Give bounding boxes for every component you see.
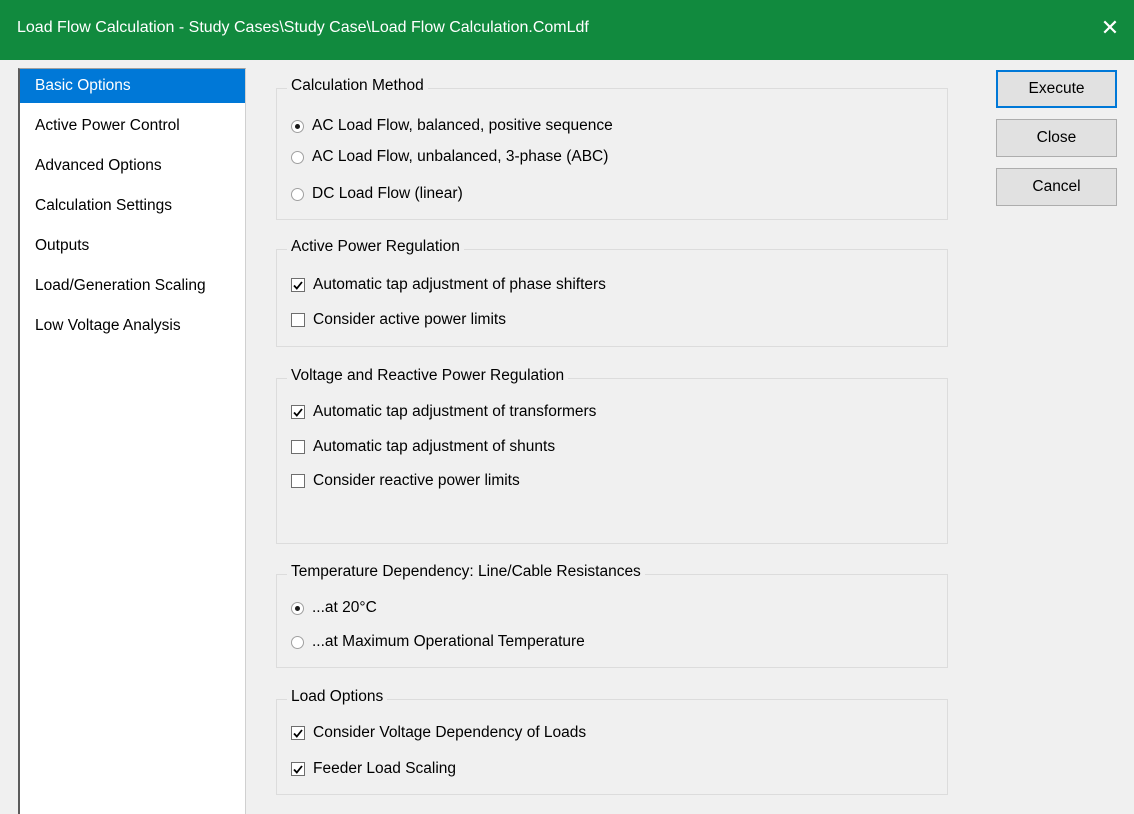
- nav-item-load-generation-scaling[interactable]: Load/Generation Scaling: [20, 269, 245, 303]
- checkbox-reactive-power-limits[interactable]: Consider reactive power limits: [291, 468, 520, 494]
- radio-label: ...at Maximum Operational Temperature: [312, 633, 585, 650]
- radio-button[interactable]: [291, 635, 304, 649]
- options-nav: Basic Options Active Power Control Advan…: [18, 68, 246, 814]
- radio-button[interactable]: [291, 601, 304, 615]
- nav-item-active-power-control[interactable]: Active Power Control: [20, 109, 245, 143]
- nav-item-low-voltage-analysis[interactable]: Low Voltage Analysis: [20, 309, 245, 343]
- radio-ac-balanced[interactable]: AC Load Flow, balanced, positive sequenc…: [291, 113, 613, 139]
- checkbox-label: Consider reactive power limits: [313, 472, 520, 489]
- radio-label: ...at 20°C: [312, 599, 377, 616]
- checkbox-tap-phase-shifters[interactable]: Automatic tap adjustment of phase shifte…: [291, 272, 606, 298]
- checkbox-active-power-limits[interactable]: Consider active power limits: [291, 307, 506, 333]
- nav-item-advanced-options[interactable]: Advanced Options: [20, 149, 245, 183]
- radio-button[interactable]: [291, 150, 304, 164]
- checkbox[interactable]: [291, 313, 305, 327]
- radio-ac-unbalanced[interactable]: AC Load Flow, unbalanced, 3-phase (ABC): [291, 144, 608, 170]
- radio-button[interactable]: [291, 187, 304, 201]
- checkbox[interactable]: [291, 405, 305, 419]
- window-title: Load Flow Calculation - Study Cases\Stud…: [17, 19, 589, 36]
- nav-item-calculation-settings[interactable]: Calculation Settings: [20, 189, 245, 223]
- title-bar: Load Flow Calculation - Study Cases\Stud…: [0, 0, 1134, 60]
- checkbox-label: Consider active power limits: [313, 311, 506, 328]
- checkbox-tap-transformers[interactable]: Automatic tap adjustment of transformers: [291, 399, 596, 425]
- checkbox-label: Consider Voltage Dependency of Loads: [313, 724, 587, 741]
- group-title-calculation-method: Calculation Method: [287, 77, 428, 95]
- group-title-load-options: Load Options: [287, 688, 388, 706]
- nav-item-outputs[interactable]: Outputs: [20, 229, 245, 263]
- checkbox-label: Automatic tap adjustment of shunts: [313, 438, 556, 455]
- close-icon[interactable]: ✕: [1095, 13, 1125, 43]
- radio-at-max-temperature[interactable]: ...at Maximum Operational Temperature: [291, 629, 585, 655]
- checkbox-tap-shunts[interactable]: Automatic tap adjustment of shunts: [291, 434, 555, 460]
- group-load-options: Load Options Consider Voltage Dependency…: [276, 688, 948, 795]
- checkbox-label: Automatic tap adjustment of transformers: [313, 403, 597, 420]
- nav-item-basic-options[interactable]: Basic Options: [20, 69, 245, 103]
- group-voltage-reactive-regulation: Voltage and Reactive Power Regulation Au…: [276, 367, 948, 544]
- group-calculation-method: Calculation Method AC Load Flow, balance…: [276, 77, 948, 220]
- checkbox[interactable]: [291, 440, 305, 454]
- checkbox-feeder-load-scaling[interactable]: Feeder Load Scaling: [291, 756, 456, 782]
- checkbox-voltage-dependency-loads[interactable]: Consider Voltage Dependency of Loads: [291, 720, 586, 746]
- radio-at-20c[interactable]: ...at 20°C: [291, 595, 377, 621]
- checkbox[interactable]: [291, 474, 305, 488]
- radio-label: AC Load Flow, unbalanced, 3-phase (ABC): [312, 148, 609, 165]
- radio-button[interactable]: [291, 119, 304, 133]
- radio-label: DC Load Flow (linear): [312, 185, 463, 202]
- checkbox[interactable]: [291, 762, 305, 776]
- checkbox[interactable]: [291, 726, 305, 740]
- group-active-power-regulation: Active Power Regulation Automatic tap ad…: [276, 238, 948, 347]
- group-title-voltage-reactive-regulation: Voltage and Reactive Power Regulation: [287, 367, 569, 385]
- group-title-active-power-regulation: Active Power Regulation: [287, 238, 464, 256]
- radio-label: AC Load Flow, balanced, positive sequenc…: [312, 117, 613, 134]
- checkbox-label: Automatic tap adjustment of phase shifte…: [313, 276, 606, 293]
- checkbox[interactable]: [291, 278, 305, 292]
- group-title-temperature-dependency: Temperature Dependency: Line/Cable Resis…: [287, 563, 645, 581]
- close-button[interactable]: Close: [996, 119, 1117, 157]
- radio-dc-load-flow[interactable]: DC Load Flow (linear): [291, 181, 463, 207]
- checkbox-label: Feeder Load Scaling: [313, 760, 457, 777]
- cancel-button[interactable]: Cancel: [996, 168, 1117, 206]
- execute-button[interactable]: Execute: [996, 70, 1117, 108]
- group-temperature-dependency: Temperature Dependency: Line/Cable Resis…: [276, 563, 948, 668]
